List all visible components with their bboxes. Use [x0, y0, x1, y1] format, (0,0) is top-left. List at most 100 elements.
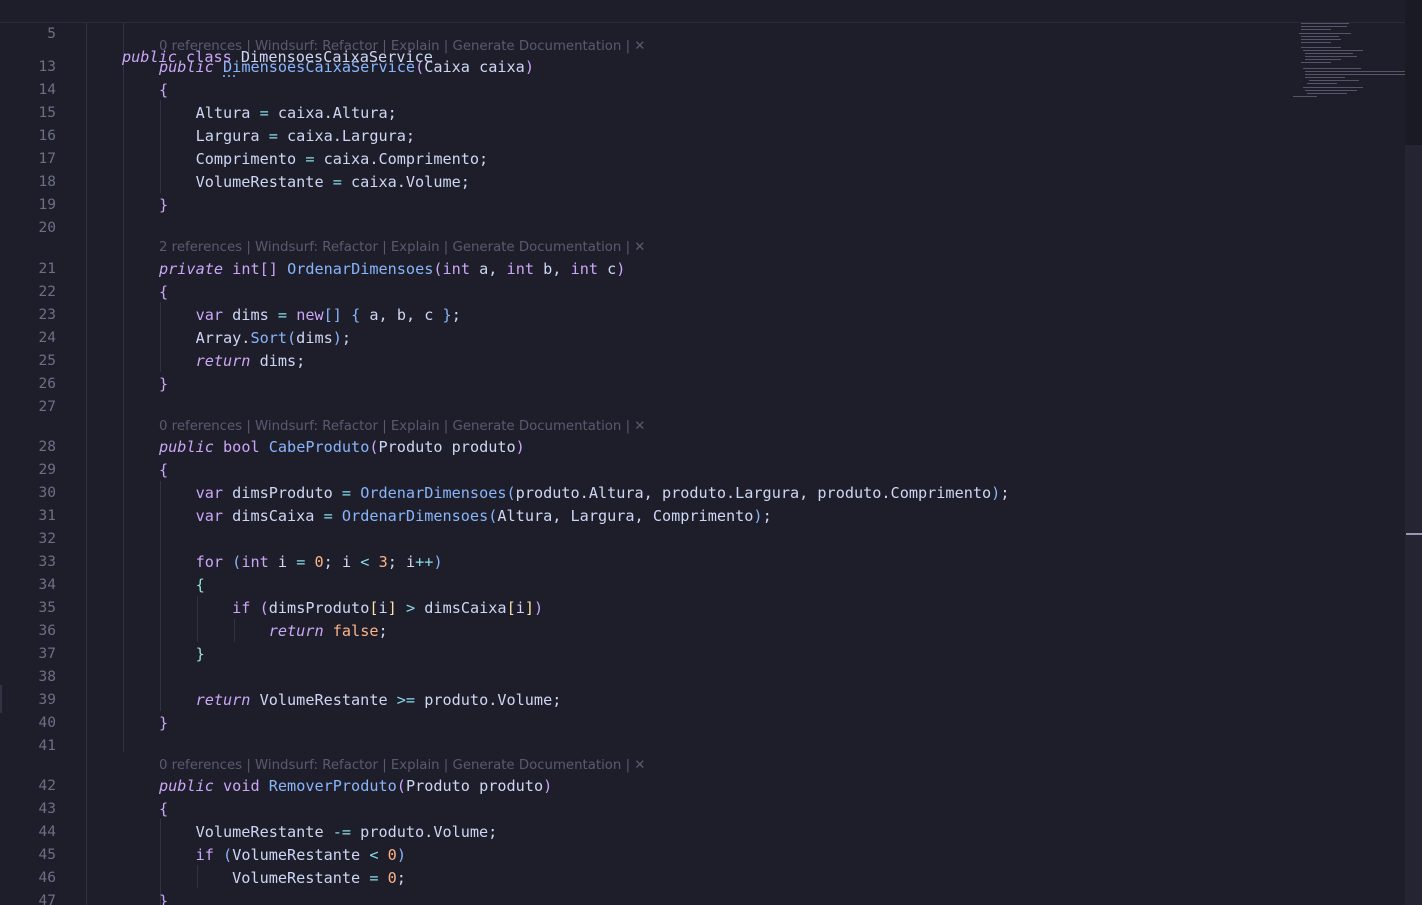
- code-token: CabeProduto: [268, 438, 370, 456]
- code-token: return: [195, 352, 251, 370]
- line-number: 37: [38, 646, 56, 662]
- line-code: Array.Sort(dims);: [159, 327, 352, 350]
- minimap-line: [1301, 42, 1331, 43]
- code-token: OrdenarDimensoes: [341, 507, 489, 525]
- line-code: var dimsCaixa = OrdenarDimensoes(Altura,…: [159, 505, 772, 528]
- minimap-line: [1301, 23, 1349, 24]
- code-token: caixa.Volume;: [341, 173, 470, 191]
- code-token: Altura: [159, 104, 260, 122]
- code-token: (: [287, 329, 297, 347]
- code-token: (: [433, 260, 443, 278]
- scrollbar-thumb[interactable]: [1405, 145, 1422, 905]
- code-token: []: [323, 306, 342, 324]
- code-token: =: [277, 306, 288, 324]
- sticky-scroll-header[interactable]: 5 public class DimensoesCaixaService: [0, 0, 1405, 66]
- line-number: 46: [38, 870, 56, 886]
- minimap-line: [1303, 68, 1361, 69]
- line-code: }: [159, 194, 168, 217]
- minimap-line: [1293, 96, 1317, 97]
- code-token: {: [159, 461, 169, 479]
- code-token: produto.Volume;: [351, 823, 498, 841]
- code-token: dims: [296, 329, 333, 347]
- line-code: }: [159, 712, 168, 735]
- code-token: VolumeRestante: [159, 869, 370, 887]
- code-token: ): [524, 58, 534, 76]
- code-token: class: [186, 48, 232, 66]
- code-token: VolumeRestante: [250, 691, 397, 709]
- code-token: (: [223, 846, 233, 864]
- line-number: 34: [38, 577, 56, 593]
- minimap-line: [1301, 26, 1347, 27]
- code-token: c: [598, 260, 617, 278]
- code-token: for: [195, 553, 224, 571]
- code-lens[interactable]: 0 references | Windsurf: Refactor | Expl…: [159, 756, 645, 776]
- line-number: 20: [38, 220, 56, 236]
- code-token: 0: [314, 553, 324, 571]
- code-lens[interactable]: 0 references | Windsurf: Refactor | Expl…: [159, 417, 645, 437]
- code-token: i: [268, 553, 297, 571]
- minimap-line: [1305, 74, 1405, 75]
- code-token: i: [515, 599, 525, 617]
- code-token: private: [159, 260, 224, 278]
- code-token: ; i: [387, 553, 416, 571]
- code-token: ): [543, 777, 553, 795]
- code-token: ): [515, 438, 525, 456]
- code-token: 3: [378, 553, 388, 571]
- code-token: return: [268, 622, 324, 640]
- minimap-line: [1305, 53, 1353, 54]
- minimap-line: [1301, 29, 1331, 30]
- line-code: return false;: [159, 620, 388, 643]
- code-token: DimensoesCaixaService: [231, 48, 433, 66]
- code-lens[interactable]: 2 references | Windsurf: Refactor | Expl…: [159, 238, 645, 258]
- code-token: dims: [223, 306, 278, 324]
- line-number: 16: [38, 128, 56, 144]
- code-token: void: [223, 777, 260, 795]
- line-number: 42: [38, 778, 56, 794]
- code-token: =: [323, 507, 333, 525]
- indent-guide: [86, 22, 87, 905]
- code-token: OrdenarDimensoes: [287, 260, 434, 278]
- code-token: (: [396, 777, 406, 795]
- line-code: {: [159, 79, 168, 102]
- code-token: produto.Altura, produto.Largura, produto…: [515, 484, 992, 502]
- code-token: ): [534, 599, 544, 617]
- minimap-line: [1309, 80, 1359, 81]
- code-token: public: [122, 48, 177, 66]
- edge-marker: [0, 685, 2, 713]
- line-number: 30: [38, 485, 56, 501]
- code-token: b,: [533, 260, 571, 278]
- code-token: dims;: [250, 352, 306, 370]
- sticky-line[interactable]: 5 public class DimensoesCaixaService: [0, 0, 433, 66]
- code-token: {: [195, 576, 205, 594]
- code-token: OrdenarDimensoes: [360, 484, 507, 502]
- line-number: 41: [38, 738, 56, 754]
- code-token: {: [159, 283, 169, 301]
- code-token: =: [341, 484, 352, 502]
- line-code: public class DimensoesCaixaService: [122, 46, 433, 69]
- code-token: ]: [387, 599, 397, 617]
- code-token: produto.Volume;: [415, 691, 562, 709]
- code-token: }: [159, 375, 169, 393]
- code-token: var: [195, 306, 224, 324]
- code-editor[interactable]: 5 public class DimensoesCaixaService 12 …: [0, 0, 1405, 905]
- code-token: Altura, Largura, Comprimento: [497, 507, 754, 525]
- code-token: caixa.Comprimento;: [314, 150, 489, 168]
- line-number: 35: [38, 600, 56, 616]
- code-token: VolumeRestante: [159, 823, 333, 841]
- code-token: }: [195, 645, 205, 663]
- code-token: 0: [387, 869, 397, 887]
- line-code: {: [159, 798, 168, 821]
- line-code: if (dimsProduto[i] > dimsCaixa[i]): [159, 597, 543, 620]
- minimap-line: [1305, 71, 1405, 72]
